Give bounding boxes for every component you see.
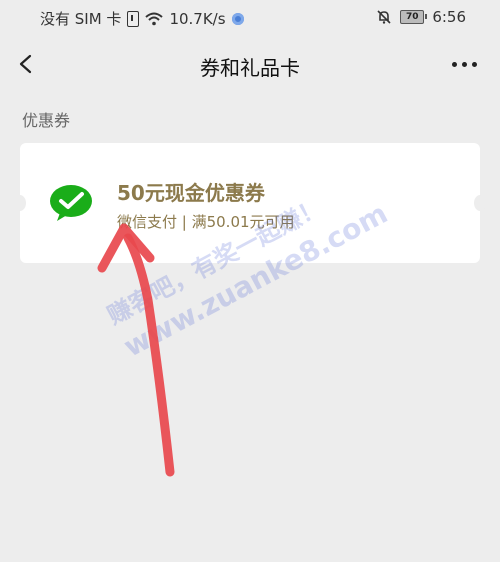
- more-dot-icon: [461, 61, 467, 67]
- status-right: 70 6:56: [376, 8, 466, 26]
- battery-icon: 70: [400, 10, 428, 24]
- app-notification-icon: [231, 12, 244, 25]
- arrow-shaft: [123, 233, 175, 477]
- more-dot-icon: [451, 61, 457, 67]
- sim-alert-icon: [127, 10, 140, 27]
- coupon-description: 微信支付 | 满50.01元可用: [117, 213, 295, 231]
- status-left: 没有 SIM 卡 10.7K/s: [40, 8, 244, 29]
- network-speed: 10.7K/s: [169, 9, 226, 28]
- more-options-button[interactable]: [444, 46, 484, 82]
- status-bar: 没有 SIM 卡 10.7K/s 70 6:56: [0, 0, 500, 36]
- mute-bell-icon: [377, 10, 391, 24]
- coupon-title: 50元现金优惠券: [117, 181, 265, 205]
- nav-bar: 券和礼品卡: [0, 36, 500, 92]
- coupon-card[interactable]: 50元现金优惠券 微信支付 | 满50.01元可用: [14, 143, 486, 263]
- clock: 6:56: [432, 8, 466, 26]
- section-label-coupons: 优惠券: [22, 111, 71, 130]
- carrier-text: 没有 SIM 卡: [40, 10, 122, 28]
- wifi-icon: [145, 12, 164, 25]
- wechat-pay-icon: [50, 185, 92, 221]
- page-title: 券和礼品卡: [200, 56, 300, 80]
- more-dot-icon: [471, 61, 477, 67]
